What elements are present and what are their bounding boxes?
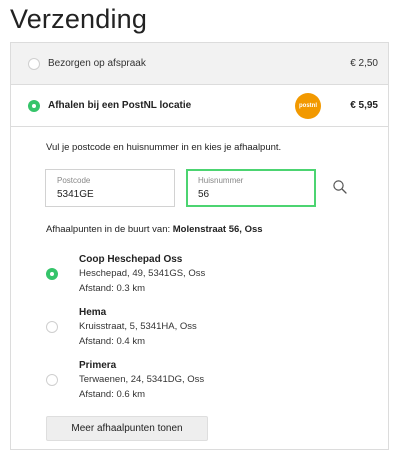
shipping-option-label: Bezorgen op afspraak: [48, 58, 146, 69]
search-icon[interactable]: [332, 179, 348, 195]
page-title: Verzending: [10, 4, 148, 34]
huisnummer-value[interactable]: 56: [198, 189, 209, 200]
pickup-radio[interactable]: [46, 321, 58, 333]
pickup-distance: Afstand: 0.3 km: [79, 283, 146, 294]
shipping-option-appointment[interactable]: Bezorgen op afspraak € 2,50: [11, 43, 388, 85]
pickup-intro-text: Vul je postcode en huisnummer in en kies…: [46, 142, 282, 153]
postnl-logo: postnl: [295, 93, 321, 119]
shipping-option-postnl-pickup[interactable]: Afhalen bij een PostNL locatie postnl € …: [11, 85, 388, 127]
postcode-label: Postcode: [57, 176, 91, 185]
pickup-distance: Afstand: 0.4 km: [79, 336, 146, 347]
huisnummer-label: Huisnummer: [198, 176, 244, 185]
huisnummer-field[interactable]: Huisnummer 56: [186, 169, 316, 207]
more-pickup-points-button[interactable]: Meer afhaalpunten tonen: [46, 416, 208, 441]
postnl-logo-text: postnl: [299, 103, 317, 109]
pickup-name: Hema: [79, 307, 107, 318]
radio-postnl-pickup[interactable]: [28, 100, 40, 112]
radio-appointment[interactable]: [28, 58, 40, 70]
shipping-option-label: Afhalen bij een PostNL locatie: [48, 100, 192, 111]
pickup-name: Coop Heschepad Oss: [79, 254, 183, 265]
pickup-address: Terwaenen, 24, 5341DG, Oss: [79, 374, 205, 385]
shipping-panel: Bezorgen op afspraak € 2,50 Afhalen bij …: [10, 42, 389, 450]
pickup-address: Kruisstraat, 5, 5341HA, Oss: [79, 321, 197, 332]
shipping-option-price: € 2,50: [350, 58, 378, 69]
pickup-name: Primera: [79, 360, 117, 371]
pickup-radio[interactable]: [46, 268, 58, 280]
postcode-field[interactable]: Postcode 5341GE: [45, 169, 175, 207]
shipping-option-price: € 5,95: [350, 100, 378, 111]
nearby-address: Molenstraat 56, Oss: [172, 224, 263, 235]
pickup-radio[interactable]: [46, 374, 58, 386]
nearby-prefix: Afhaalpunten in de buurt van:: [46, 224, 173, 235]
pickup-distance: Afstand: 0.6 km: [79, 389, 146, 400]
nearby-heading: Afhaalpunten in de buurt van: Molenstraa…: [46, 224, 263, 235]
pickup-address: Heschepad, 49, 5341GS, Oss: [79, 268, 206, 279]
postcode-value[interactable]: 5341GE: [57, 189, 94, 200]
